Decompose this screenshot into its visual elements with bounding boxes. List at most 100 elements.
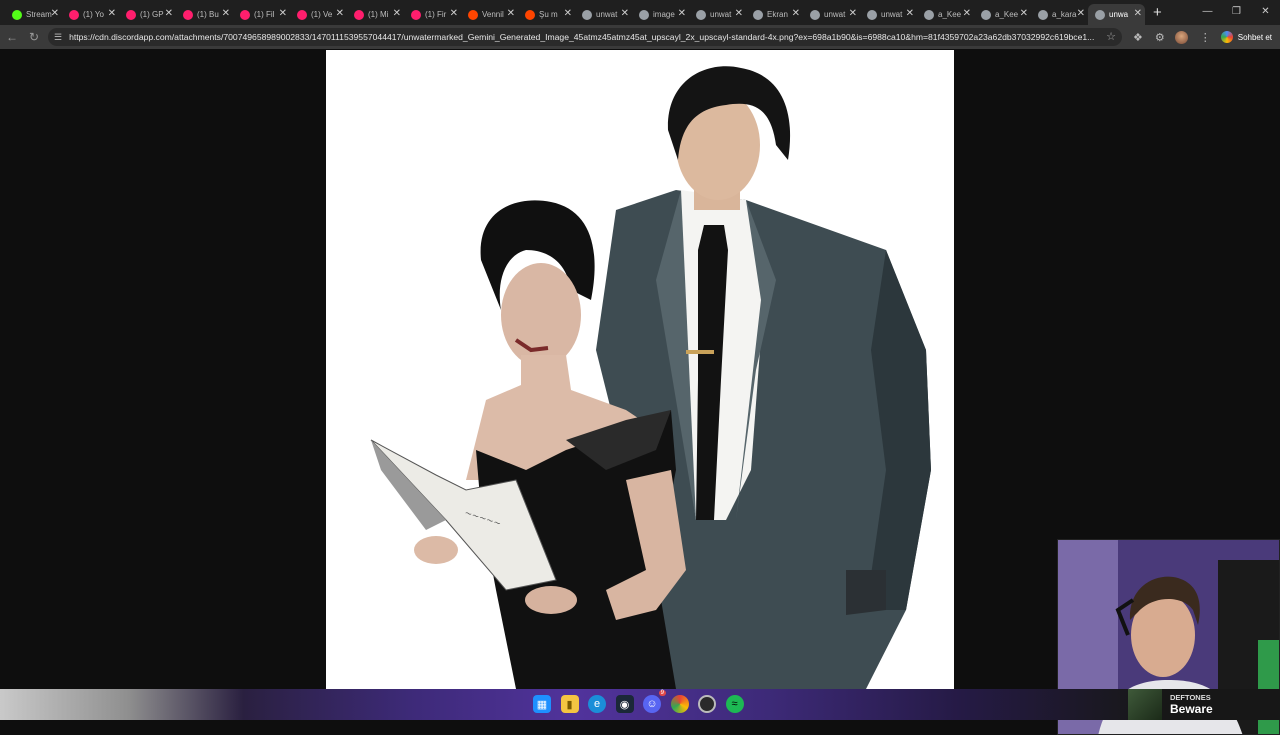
tab-close-icon[interactable]: ✕ [336,8,344,20]
browser-tab[interactable]: Ekran ✕ [746,4,803,25]
tab-close-icon[interactable]: ✕ [564,8,572,20]
tab-close-icon[interactable]: ✕ [51,8,59,20]
tab-favicon-icon [810,9,820,20]
tab-label: Vennil [482,10,504,19]
tab-favicon-icon [867,9,877,20]
tab-bar: Stream ✕ (1) Yo ✕ (1) GP ✕ (1) Bu ✕ (1) Fil ✕ (1) … [0,0,1280,25]
tab-label: a_Kee [995,10,1019,19]
album-cover [1128,689,1162,720]
tab-close-icon[interactable]: ✕ [165,8,173,20]
tab-favicon-icon [696,9,706,20]
more-menu-icon[interactable]: ⋮ [1200,31,1211,44]
tab-label: (1) Mi [368,10,389,19]
browser-tab[interactable]: unwat ✕ [575,4,632,25]
tab-favicon-icon [753,9,763,20]
tab-favicon-icon [69,9,79,20]
discord-icon[interactable]: ☺ 9 [643,690,666,713]
tab-close-icon[interactable]: ✕ [849,8,857,20]
browser-tab[interactable]: Stream ✕ [5,4,62,25]
tab-close-icon[interactable]: ✕ [1020,8,1028,20]
browser-tab[interactable]: (1) GP ✕ [119,4,176,25]
browser-tab[interactable]: (1) Bu ✕ [176,4,233,25]
tab-label: (1) Ve [311,10,333,19]
tab-close-icon[interactable]: ✕ [279,8,287,20]
tab-label: a_kara [1052,10,1077,19]
now-playing-widget[interactable]: DEFTONES Beware [1128,689,1213,720]
url-field[interactable]: ☰ https://cdn.discordapp.com/attachments… [48,28,1122,46]
minimize-icon[interactable]: — [1193,0,1222,25]
tab-close-icon[interactable]: ✕ [735,8,743,20]
tab-close-icon[interactable]: ✕ [963,8,971,20]
tab-favicon-icon [354,9,364,20]
profile-avatar[interactable] [1174,30,1188,44]
browser-tab[interactable]: (1) Yo ✕ [62,4,119,25]
edge-icon[interactable]: e [588,695,606,713]
tab-close-icon[interactable]: ✕ [393,8,401,20]
url-text[interactable]: https://cdn.discordapp.com/attachments/7… [69,32,1099,42]
restore-icon[interactable]: ❐ [1222,0,1251,25]
browser-tab[interactable]: Şu m ✕ [518,4,575,25]
tab-label: unwat [824,10,846,19]
tab-favicon-icon [12,9,22,20]
browser-tab[interactable]: unwat ✕ [803,4,860,25]
tab-label: Şu m [539,10,558,19]
tab-label: unwa [1109,10,1129,19]
browser-tab[interactable]: unwa ✕ [1088,4,1145,25]
tab-label: (1) Fil [254,10,275,19]
displayed-image[interactable]: ~~~~~ [326,50,954,689]
extensions-icon[interactable]: ❖ [1133,31,1143,44]
browser-tab[interactable]: Vennil ✕ [461,4,518,25]
tab-close-icon[interactable]: ✕ [507,8,515,20]
tab-close-icon[interactable]: ✕ [906,8,914,20]
taskbar-apps: ▦ ▮ e ◉ ☺ 9 ≈ [533,690,753,713]
tab-close-icon[interactable]: ✕ [792,8,800,20]
bookmark-star-icon[interactable]: ☆ [1106,30,1116,43]
back-icon[interactable]: ← [1,30,23,44]
spotify-icon[interactable]: ≈ [725,695,744,713]
chat-button[interactable]: Sohbet et [1220,31,1272,43]
tab-close-icon[interactable]: ✕ [1077,8,1085,20]
steam-icon[interactable]: ◉ [615,695,634,713]
browser-tab[interactable]: a_Kee ✕ [974,4,1031,25]
toolbar-right: ❖ ⚙ ⋮ Sohbet et [1121,28,1272,46]
track-title: Beware [1170,702,1213,716]
tab-favicon-icon [240,9,250,20]
tab-close-icon[interactable]: ✕ [678,8,686,20]
windows-start-icon[interactable]: ▦ [533,695,551,713]
gemini-logo-icon [1220,31,1233,43]
tab-close-icon[interactable]: ✕ [1134,8,1142,20]
close-window-icon[interactable]: ✕ [1251,0,1280,25]
tab-label: (1) Bu [197,10,219,19]
browser-tab[interactable]: unwat ✕ [860,4,917,25]
browser-tab[interactable]: (1) Fir ✕ [404,4,461,25]
tab-favicon-icon [1038,9,1048,20]
file-explorer-icon[interactable]: ▮ [560,695,579,713]
reload-icon[interactable]: ↻ [23,30,45,44]
tab-favicon-icon [981,9,991,20]
image-viewport: ~~~~~ [0,49,1280,735]
new-tab-button[interactable]: + [1153,4,1162,21]
tab-label: (1) Fir [425,10,447,19]
browser-tab[interactable]: a_Kee ✕ [917,4,974,25]
browser-tab[interactable]: a_kara ✕ [1031,4,1088,25]
puzzle-icon[interactable]: ⚙ [1155,31,1165,44]
tab-close-icon[interactable]: ✕ [222,8,230,20]
tab-label: (1) Yo [83,10,104,19]
browser-tab[interactable]: (1) Ve ✕ [290,4,347,25]
browser-tab[interactable]: (1) Fil ✕ [233,4,290,25]
chrome-icon[interactable] [670,695,689,713]
browser-tab[interactable]: (1) Mi ✕ [347,4,404,25]
tab-close-icon[interactable]: ✕ [450,8,458,20]
tab-favicon-icon [525,9,535,20]
tab-label: a_Kee [938,10,962,19]
comic-couple-illustration: ~~~~~ [370,66,931,689]
obs-icon[interactable] [698,695,716,713]
tab-close-icon[interactable]: ✕ [621,8,629,20]
tab-close-icon[interactable]: ✕ [108,8,116,20]
address-bar-row: ← ↻ ☰ https://cdn.discordapp.com/attachm… [0,25,1280,49]
tab-label: Stream [26,10,52,19]
browser-tab[interactable]: unwat ✕ [689,4,746,25]
tab-list: Stream ✕ (1) Yo ✕ (1) GP ✕ (1) Bu ✕ (1) Fil ✕ (1) … [0,0,1145,25]
site-info-icon[interactable]: ☰ [54,32,62,43]
browser-tab[interactable]: image ✕ [632,4,689,25]
